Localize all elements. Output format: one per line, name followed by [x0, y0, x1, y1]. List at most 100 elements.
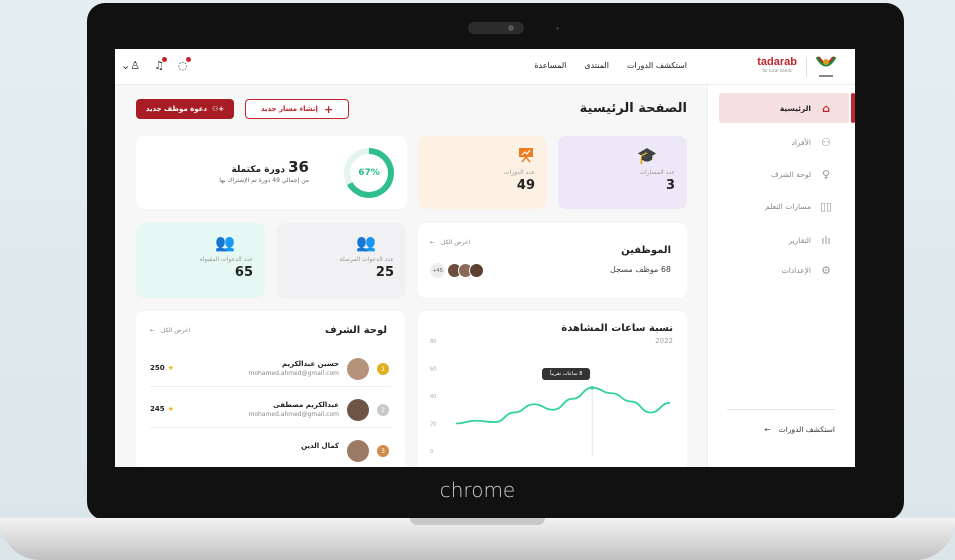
arrow-left-icon: ← [764, 425, 771, 434]
leaderboard-row[interactable]: 2 عبدالكريم مصطفى mohamed.ahmed@gmail.co… [150, 392, 391, 428]
create-path-button[interactable]: + إنشاء مسار جديد [245, 99, 349, 119]
presentation-board-icon [519, 148, 533, 163]
leader-email: mohamed.ahmed@gmail.com [248, 370, 339, 377]
view-all-label: اعرض الكل [441, 239, 471, 246]
leaderboard-view-all-link[interactable]: اعرض الكل ← [150, 327, 190, 334]
sidebar-item-home[interactable]: ⌂ الرئيسية [719, 93, 855, 123]
score-value: 250 [150, 364, 165, 372]
top-nav-links: استكشف الدورات المنتدى المساعدة [534, 61, 687, 70]
sidebar-item-label: الإعدادات [781, 265, 811, 275]
y-tick-label: 40 [430, 394, 436, 400]
app-screen: ⌄♙ ♫ ◌ استكشف الدورات المنتدى المساعدة t… [115, 49, 855, 467]
sidebar-item-settings[interactable]: ⚙ الإعدادات [707, 255, 855, 285]
stat-value: 49 [516, 178, 535, 193]
book-icon: ▯▯ [819, 199, 833, 213]
sidebar-item-leaderboard[interactable]: ♀ لوحة الشرف [707, 159, 855, 189]
employees-count: 68 موظف مسجل [610, 265, 671, 274]
chart-title: نسبة ساعات المشاهدة [561, 323, 673, 334]
users-icon: ⚇ [821, 135, 831, 149]
stat-card-accepted-invites: 👥 عدد الدعوات المقبولة 65 [136, 223, 265, 298]
sidebar-item-individuals[interactable]: ⚇ الأفراد [707, 127, 855, 157]
sidebar-explore-link[interactable]: استكشف الدورات ← [764, 425, 835, 434]
series-line [455, 386, 671, 425]
leader-name: حسين عبدالكريم [281, 360, 339, 368]
users-check-icon: 👥 [215, 233, 235, 252]
gold-medal-icon: 1 [377, 363, 389, 375]
create-path-label: إنشاء مسار جديد [260, 105, 318, 113]
avatar [469, 263, 484, 278]
nav-link-help[interactable]: المساعدة [534, 61, 566, 70]
leaderboard-title: لوحة الشرف [325, 325, 387, 336]
sidebar-item-reports[interactable]: ılı التقارير [707, 225, 855, 255]
watch-hours-line-chart: 80 60 40 20 0 [430, 339, 671, 457]
avatar [347, 358, 369, 380]
stat-value: 65 [234, 265, 253, 280]
completed-subtitle: من إجمالي 49 دورة تم الإشتراك بها [219, 177, 309, 184]
employees-view-all-link[interactable]: اعرض الكل ← [430, 239, 470, 246]
sidebar-item-label: الأفراد [791, 137, 811, 147]
chart-tooltip: 8 ساعات تقريباً [542, 368, 591, 380]
page-title: الصفحة الرئيسية [579, 101, 687, 116]
laptop-notch [410, 518, 545, 525]
users-icon: 👥 [356, 233, 376, 252]
leaderboard-card: لوحة الشرف اعرض الكل ← 1 حسين عبدالكريم … [136, 311, 405, 467]
arrow-left-icon: ← [430, 239, 436, 246]
leader-name: كمال الدين [301, 442, 339, 450]
add-user-icon: ⚇+ [212, 105, 225, 113]
y-tick-label: 80 [430, 339, 436, 345]
top-navbar: ⌄♙ ♫ ◌ استكشف الدورات المنتدى المساعدة t… [115, 49, 855, 85]
completion-progress-ring: 67% [344, 148, 394, 198]
nav-link-forum[interactable]: المنتدى [584, 61, 609, 70]
chat-icon[interactable]: ◌ [178, 57, 191, 72]
user-menu-icon[interactable]: ⌄♙ [121, 59, 140, 72]
leader-email: mohamed.ahmed@gmail.com [248, 411, 339, 418]
stat-label: عدد الدورات [503, 169, 535, 176]
score-value: 245 [150, 405, 165, 413]
medal-icon: ♀ [821, 167, 831, 181]
plus-icon: + [323, 102, 334, 116]
stat-card-courses: عدد الدورات 49 [418, 136, 547, 209]
notification-bell-icon[interactable]: ♫ [154, 57, 167, 72]
nav-link-explore[interactable]: استكشف الدورات [627, 61, 687, 70]
stat-card-sent-invites: 👥 عدد الدعوات المرسلة 25 [277, 223, 406, 298]
completed-courses-card: 67% 36 دورة مكتملة من إجمالي 49 دورة تم … [136, 136, 407, 209]
ministry-emblem-icon [815, 56, 837, 77]
webcam [468, 22, 524, 34]
bronze-medal-icon: 3 [377, 445, 389, 457]
leaderboard-row[interactable]: 3 كمال الدين [150, 433, 391, 467]
completed-courses-title: 36 دورة مكتملة [231, 158, 309, 176]
sidebar-item-label: لوحة الشرف [770, 169, 811, 179]
sidebar-item-learning-paths[interactable]: ▯▯ مسارات التعلم [707, 191, 855, 221]
stat-value: 3 [665, 178, 675, 193]
sidebar-item-label: التقارير [788, 235, 811, 245]
sidebar-divider [727, 409, 835, 410]
star-icon: ★ [167, 405, 174, 413]
invite-employee-label: دعوة موظف جديد [145, 105, 208, 113]
logo-divider [806, 57, 807, 77]
sidebar-item-label: مسارات التعلم [765, 201, 811, 211]
y-tick-label: 0 [430, 449, 433, 455]
home-icon: ⌂ [822, 101, 830, 115]
avatar [347, 440, 369, 462]
graduation-cap-icon: 🎓 [637, 146, 657, 165]
silver-medal-icon: 2 [377, 404, 389, 416]
y-tick-label: 60 [430, 367, 436, 373]
laptop-brand-label: chrome [439, 478, 516, 502]
watch-hours-chart-card: 80 60 40 20 0 نسبة ساعات المشاهدة 2022 8 ساع… [418, 311, 687, 467]
invite-employee-button[interactable]: ⚇+ دعوة موظف جديد [136, 99, 234, 119]
stat-value: 25 [375, 265, 394, 280]
avatar [347, 399, 369, 421]
sidebar-item-label: الرئيسية [779, 103, 811, 113]
top-icons: ⌄♙ ♫ ◌ [121, 57, 191, 72]
chart-year: 2022 [655, 337, 673, 345]
sidebar-explore-label: استكشف الدورات [778, 425, 835, 434]
employees-card: الموظفين 68 موظف مسجل اعرض الكل ← +45 [418, 223, 687, 298]
tadarab-logo[interactable]: tadarab for local needs [757, 56, 797, 73]
employees-title: الموظفين [621, 245, 671, 256]
leaderboard-row[interactable]: 1 حسين عبدالكريم mohamed.ahmed@gmail.com… [150, 351, 391, 387]
stat-label: عدد الدعوات المقبولة [199, 256, 253, 263]
webcam-sensor [556, 27, 559, 30]
stat-label: عدد الدعوات المرسلة [339, 256, 394, 263]
completion-percent: 67% [350, 154, 388, 192]
completed-label: دورة مكتملة [231, 165, 285, 175]
